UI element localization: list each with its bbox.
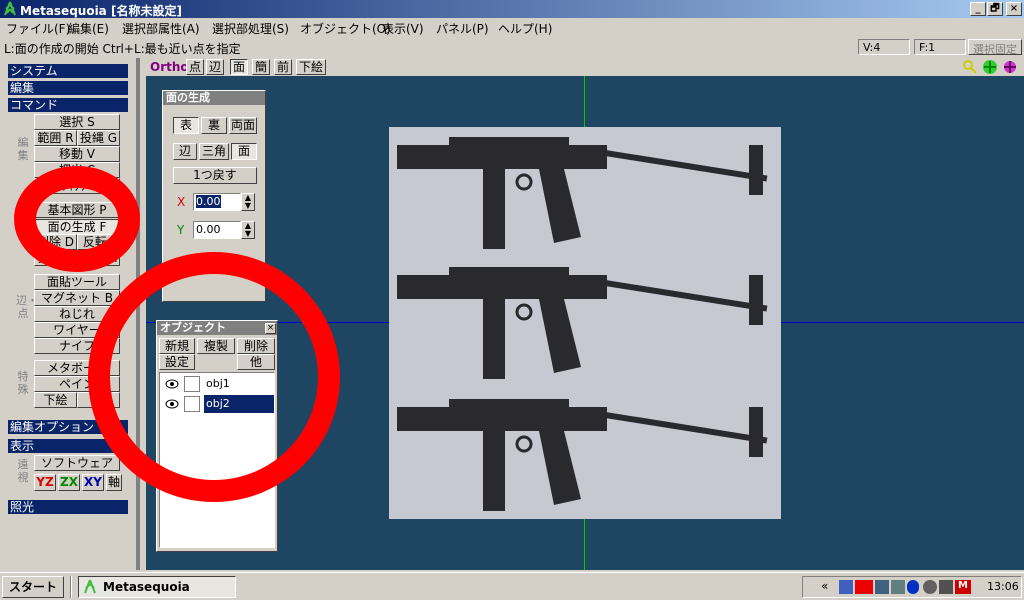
section-system[interactable]: システム [8, 64, 128, 78]
xy-view-button[interactable]: XY [82, 474, 104, 491]
axis-button[interactable]: 軸 [106, 474, 122, 491]
range-button[interactable]: 範囲 R [34, 130, 77, 146]
both-sides-button[interactable]: 両面 [229, 117, 257, 134]
group-label-edit: 編集 [17, 136, 29, 162]
magnet-button[interactable]: マグネット B [34, 290, 120, 306]
face-mode-button[interactable]: 面 [230, 59, 248, 75]
menu-object[interactable]: オブジェクト(O) [300, 20, 391, 37]
tray-expand-button[interactable]: « [821, 579, 828, 593]
group-label-special: 特殊 [17, 370, 29, 396]
background-image-button[interactable]: 下絵 [296, 59, 326, 75]
back-side-button[interactable]: 裏 [201, 117, 227, 134]
connection-icon[interactable] [875, 580, 889, 594]
lock-selection-button[interactable]: 選択固定 [968, 39, 1022, 56]
create-face-panel-title: 面の生成 [163, 91, 265, 105]
start-button[interactable]: スタート [2, 576, 64, 598]
group-label-perspective: 遠視 [17, 458, 29, 484]
zx-view-button[interactable]: ZX [58, 474, 80, 491]
face-count: F:1 [914, 39, 966, 55]
tray-app-icon[interactable] [855, 580, 873, 594]
simple-mode-button[interactable]: 簡 [252, 59, 270, 75]
y-coord-label: Y [177, 223, 185, 237]
front-button[interactable]: 前 [274, 59, 292, 75]
zoom-icon[interactable] [962, 59, 978, 75]
undo-one-button[interactable]: 1つ戻す [173, 167, 257, 184]
front-side-button[interactable]: 表 [173, 117, 199, 134]
section-lighting[interactable]: 照光 [8, 500, 128, 514]
curved-face-button[interactable]: 面貼ツール [34, 274, 120, 290]
face-type-button[interactable]: 面 [231, 143, 257, 160]
minimize-button[interactable]: _ [970, 2, 986, 16]
edge-mode-button[interactable]: 辺 [206, 59, 224, 75]
yz-view-button[interactable]: YZ [34, 474, 56, 491]
section-edit[interactable]: 編集 [8, 81, 128, 95]
menu-selection-processing[interactable]: 選択部処理(S) [212, 20, 289, 37]
menu-file[interactable]: ファイル(F) [6, 20, 70, 37]
title-bar: Metasequoia [名称未設定] _ 🗗 × [0, 0, 1024, 18]
restore-button[interactable]: 🗗 [987, 2, 1003, 16]
x-coord-label: X [177, 195, 186, 209]
draw-button[interactable]: 下絵 [34, 392, 77, 408]
select-button[interactable]: 選択 S [34, 114, 120, 130]
x-coord-input[interactable]: 0.00 [193, 193, 241, 211]
y-spin-button[interactable]: ▲ ▼ [241, 221, 255, 239]
close-button[interactable]: × [1006, 2, 1022, 16]
gun-texture-image [395, 137, 769, 513]
section-command[interactable]: コマンド [8, 98, 128, 112]
group-label-edge-point: 辺・点 [16, 294, 38, 320]
triangle-type-button[interactable]: 三角 [199, 143, 229, 160]
monitor-icon[interactable] [939, 580, 953, 594]
m-app-icon[interactable]: M [955, 580, 971, 594]
highlight-ring-large [88, 252, 340, 502]
status-line: L:面の作成の開始 Ctrl+L:最も近い点を指定 V:4 F:1 選択固定 [0, 38, 1024, 56]
task-metasequoia[interactable]: Metasequoia [78, 576, 236, 598]
menu-edit[interactable]: 編集(E) [68, 20, 109, 37]
move-button[interactable]: 移動 V [34, 146, 120, 162]
highlight-ring-small [14, 166, 140, 272]
taskbar: スタート Metasequoia « M 13:06 [0, 572, 1024, 600]
x-spin-button[interactable]: ▲ ▼ [241, 193, 255, 211]
status-hint: L:面の作成の開始 Ctrl+L:最も近い点を指定 [4, 42, 241, 56]
menu-panel[interactable]: パネル(P) [436, 20, 489, 37]
start-label: スタート [8, 580, 57, 594]
menu-help[interactable]: ヘルプ(H) [498, 20, 552, 37]
network-icon[interactable] [839, 580, 853, 594]
ortho-label[interactable]: Ortho [150, 60, 189, 74]
menu-view[interactable]: 表示(V) [382, 20, 424, 37]
window-title: Metasequoia [名称未設定] [20, 4, 182, 18]
disconnected-icon[interactable] [891, 580, 905, 594]
lasso-button[interactable]: 投縄 G [77, 130, 120, 146]
menu-bar: ファイル(F) 編集(E) 選択部属性(A) 選択部処理(S) オブジェクト(O… [0, 18, 1024, 38]
settings-tray-icon[interactable] [923, 580, 937, 594]
view-toolbar: Ortho 点 辺 面 簡 前 下絵 [146, 58, 1024, 76]
edge-type-button[interactable]: 辺 [173, 143, 197, 160]
task-label: Metasequoia [103, 580, 190, 594]
pan-icon[interactable] [982, 59, 998, 75]
bluetooth-icon[interactable] [907, 580, 919, 594]
clock[interactable]: 13:06 [987, 580, 1019, 593]
point-mode-button[interactable]: 点 [186, 59, 204, 75]
x-coord-value: 0.00 [196, 195, 221, 208]
menu-selection-attributes[interactable]: 選択部属性(A) [122, 20, 200, 37]
textured-face[interactable] [389, 127, 781, 519]
y-coord-input[interactable]: 0.00 [193, 221, 241, 239]
software-button[interactable]: ソフトウェア [34, 455, 120, 471]
system-tray: « M 13:06 [802, 576, 1022, 598]
rotate-icon[interactable] [1002, 59, 1018, 75]
metasequoia-app-icon [4, 1, 16, 16]
taskbar-divider [70, 576, 72, 598]
vertex-count: V:4 [858, 39, 910, 55]
metasequoia-task-icon [84, 579, 96, 594]
